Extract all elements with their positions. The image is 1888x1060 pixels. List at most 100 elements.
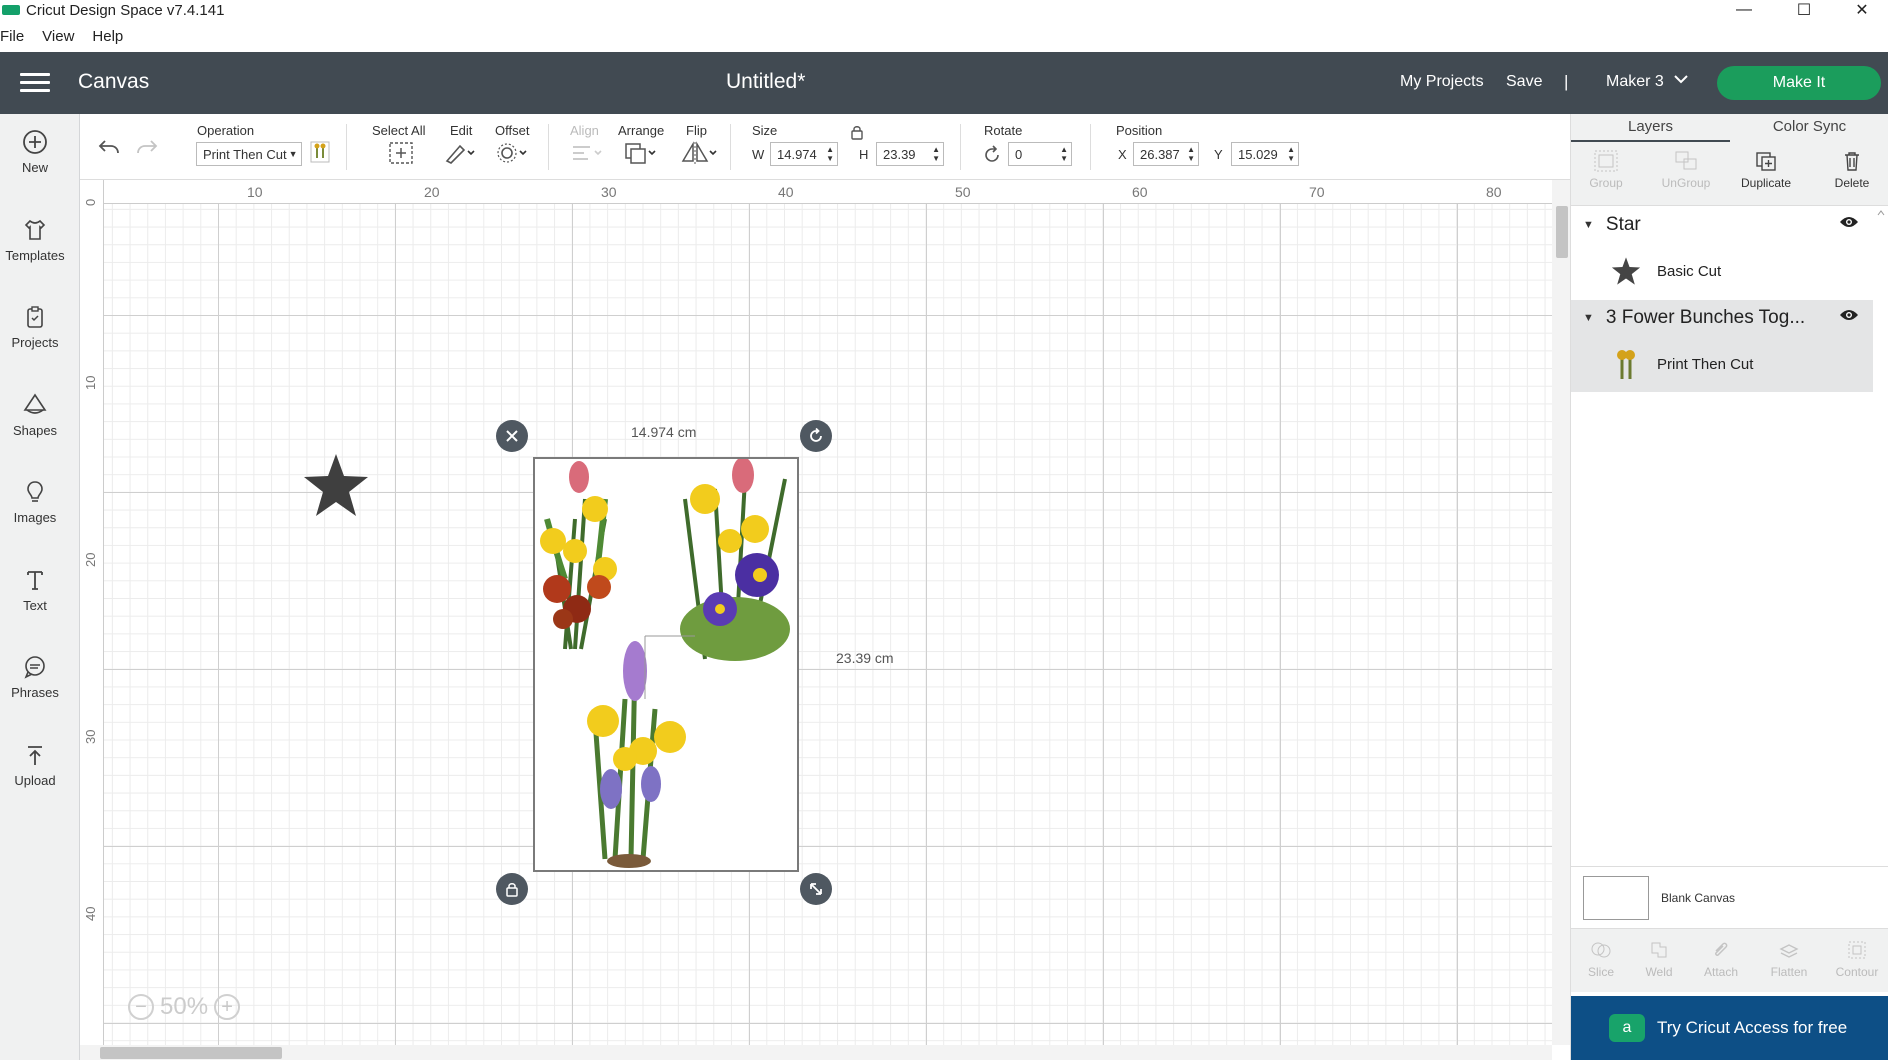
stepper-arrows-icon[interactable]: ▲ ▼ [1060,145,1068,163]
ungroup-button[interactable]: UnGroup [1651,150,1721,190]
maximize-button[interactable]: ☐ [1782,0,1826,20]
weld-button[interactable]: Weld [1629,939,1689,979]
height-input[interactable]: 23.39 ▲ ▼ [876,142,944,166]
flatten-button[interactable]: Flatten [1759,939,1819,979]
contour-button[interactable]: Contour [1827,939,1887,979]
offset-icon[interactable] [496,141,528,165]
blank-canvas-label: Blank Canvas [1661,891,1736,905]
layer-group-name: Star [1605,214,1641,235]
nav-upload[interactable]: Upload [0,741,70,788]
layer-tools: Group UnGroup Duplicate Delete [1571,142,1888,206]
layer-group-header[interactable]: ▼ Star [1571,207,1873,243]
layer-item[interactable]: Print Then Cut [1571,336,1873,392]
nav-projects[interactable]: Projects [0,303,70,350]
shirt-icon [21,216,49,244]
stepper-arrows-icon[interactable]: ▲ ▼ [826,145,834,163]
menu-file[interactable]: File [0,28,24,50]
stepper-arrows-icon[interactable]: ▲ ▼ [1187,145,1195,163]
delete-object-handle[interactable] [496,420,528,452]
lock-proportions-handle[interactable] [496,873,528,905]
nav-new[interactable]: New [0,128,70,175]
blank-canvas-row[interactable]: Blank Canvas [1571,866,1888,928]
layer-item[interactable]: Basic Cut [1571,243,1873,299]
slice-button[interactable]: Slice [1571,939,1631,979]
canvas-grid [104,204,1552,1045]
nav-text-label: Text [23,598,47,613]
x-position-input[interactable]: 26.387 ▲ ▼ [1133,142,1199,166]
layer-group-header[interactable]: ▼ 3 Fower Bunches Tog... [1571,300,1873,336]
machine-selector[interactable]: Maker 3 [1606,73,1664,91]
ruler-left-tick: 40 [83,906,98,921]
canvas-color-swatch[interactable] [1583,876,1649,920]
eye-icon[interactable] [1839,308,1859,322]
close-window-button[interactable]: ✕ [1840,0,1884,20]
make-it-button[interactable]: Make It [1717,66,1881,100]
undo-icon[interactable] [96,134,122,160]
flip-icon[interactable] [680,141,718,165]
eye-icon[interactable] [1839,215,1859,229]
menu-help[interactable]: Help [92,28,123,50]
weld-icon [1629,939,1689,965]
stepper-arrows-icon[interactable]: ▲ ▼ [932,145,940,163]
nav-images[interactable]: Images [0,478,70,525]
collapse-triangle-icon[interactable]: ▼ [1583,219,1594,231]
nav-shapes[interactable]: Shapes [0,391,70,438]
operation-select[interactable]: Print Then Cut ▼ [196,142,302,166]
selected-flower-bunches-object[interactable] [533,457,799,872]
tab-color-sync[interactable]: Color Sync [1730,114,1888,142]
zoom-in-button[interactable]: + [214,994,241,1020]
layer-group-flowers[interactable]: ▼ 3 Fower Bunches Tog... Print Then Cut [1571,300,1873,392]
layers-panel: Layers Color Sync Group UnGroup Duplicat… [1570,114,1888,1060]
rotate-object-handle[interactable] [800,420,832,452]
save-link[interactable]: Save [1506,73,1542,91]
star-object[interactable] [302,452,370,518]
canvas-horizontal-scrollbar[interactable] [80,1045,1552,1060]
cricut-access-banner[interactable]: a Try Cricut Access for free [1571,996,1888,1060]
group-button[interactable]: Group [1571,150,1641,190]
tab-layers[interactable]: Layers [1571,114,1730,142]
combine-tools: Slice Weld Attach Flatten Contour [1571,928,1888,992]
nav-templates[interactable]: Templates [0,216,70,263]
stepper-arrows-icon[interactable]: ▲ ▼ [1287,145,1295,163]
hamburger-menu-icon[interactable] [20,73,50,93]
ruler-top-tick: 60 [1132,184,1148,200]
ungroup-label: UnGroup [1661,176,1711,190]
width-input[interactable]: 14.974 ▲ ▼ [770,142,838,166]
nav-upload-label: Upload [14,773,56,788]
lock-icon[interactable] [850,124,864,140]
select-all-icon[interactable] [388,141,414,165]
nav-phrases[interactable]: Phrases [0,653,70,700]
zoom-out-button[interactable]: − [128,994,154,1020]
ungroup-icon [1651,150,1721,176]
align-icon[interactable] [570,141,604,165]
slice-label: Slice [1587,965,1614,979]
document-title[interactable]: Untitled* [726,70,805,94]
attach-button[interactable]: Attach [1691,939,1751,979]
chevron-down-icon[interactable] [1672,70,1690,88]
collapse-triangle-icon[interactable]: ▼ [1583,312,1594,324]
nav-phrases-label: Phrases [11,685,59,700]
nav-projects-label: Projects [11,335,59,350]
canvas-vertical-scrollbar[interactable] [1552,180,1570,1045]
resize-object-handle[interactable] [800,873,832,905]
duplicate-button[interactable]: Duplicate [1731,150,1801,190]
y-position-input[interactable]: 15.029 ▲ ▼ [1231,142,1299,166]
layer-group-star[interactable]: ▼ Star Basic Cut [1571,207,1873,299]
nav-images-label: Images [13,510,57,525]
minimize-button[interactable]: — [1722,0,1766,20]
redo-icon[interactable] [134,134,160,160]
scrollbar-thumb[interactable] [100,1047,282,1059]
nav-text[interactable]: Text [0,566,70,613]
rotate-input[interactable]: 0 ▲ ▼ [1008,142,1072,166]
design-canvas[interactable]: 10 20 30 40 50 60 70 80 0 10 20 30 40 [80,180,1552,1045]
my-projects-link[interactable]: My Projects [1400,73,1484,91]
operation-label: Operation [197,123,255,138]
edit-icon[interactable] [444,141,476,165]
layer-operation: Print Then Cut [1657,355,1754,373]
arrange-icon[interactable] [624,141,658,165]
menu-view[interactable]: View [42,28,74,50]
ruler-top: 10 20 30 40 50 60 70 80 [80,180,1552,204]
scrollbar-thumb[interactable] [1556,206,1568,258]
delete-button[interactable]: Delete [1817,150,1887,190]
left-sidebar: New Templates Projects Shapes Images Tex… [0,114,80,1060]
